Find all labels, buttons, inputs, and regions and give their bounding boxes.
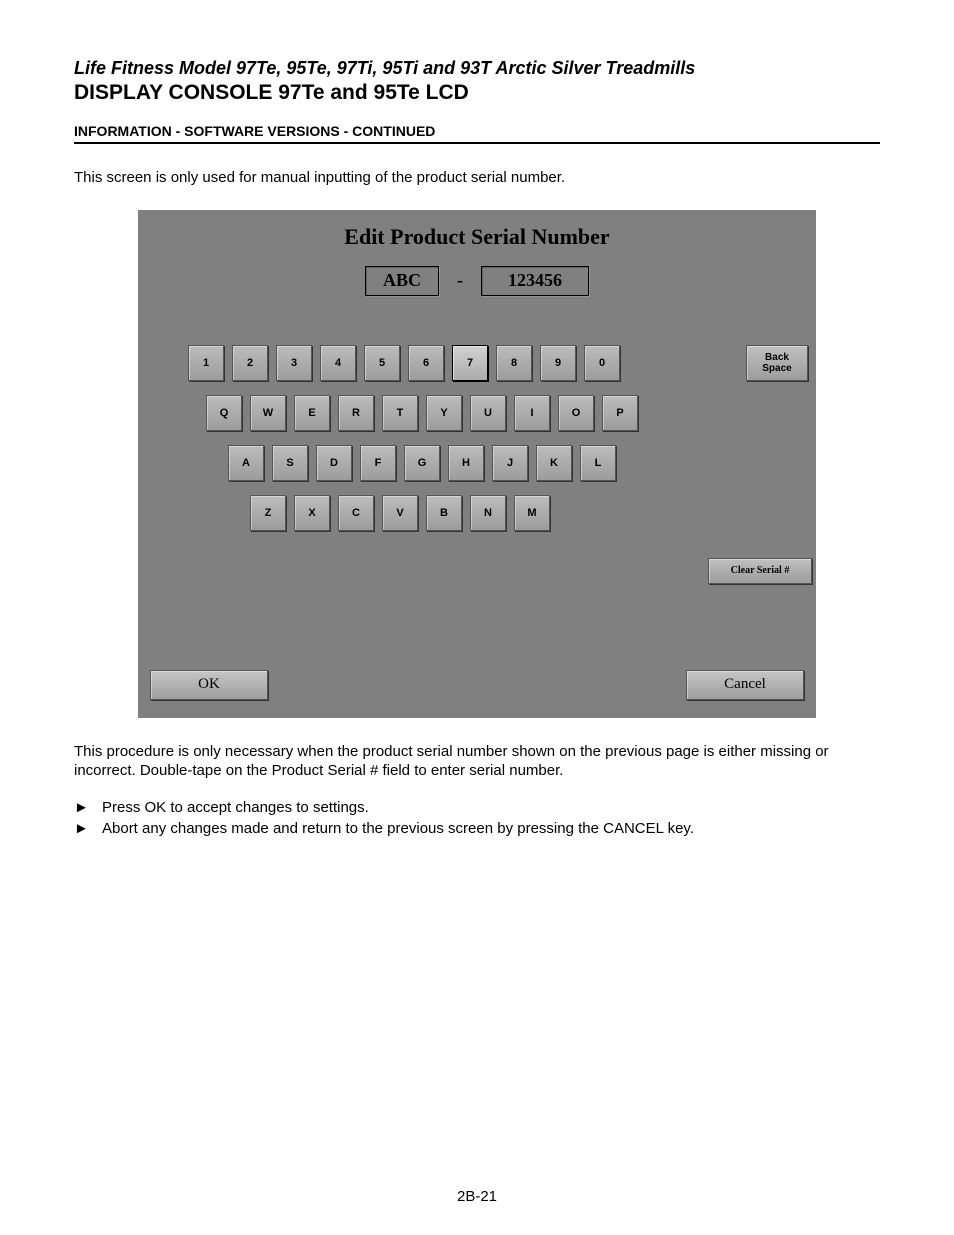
key-z[interactable]: Z xyxy=(250,495,286,531)
intro-text: This screen is only used for manual inpu… xyxy=(74,168,880,188)
key-m[interactable]: M xyxy=(514,495,550,531)
key-0[interactable]: 0 xyxy=(584,345,620,381)
key-k[interactable]: K xyxy=(536,445,572,481)
key-6[interactable]: 6 xyxy=(408,345,444,381)
serial-fields: ABC - 123456 xyxy=(138,266,816,296)
key-y[interactable]: Y xyxy=(426,395,462,431)
bullet-1: Press OK to accept changes to settings. xyxy=(102,797,369,818)
key-n[interactable]: N xyxy=(470,495,506,531)
key-e[interactable]: E xyxy=(294,395,330,431)
key-t[interactable]: T xyxy=(382,395,418,431)
doc-title-line1: Life Fitness Model 97Te, 95Te, 97Ti, 95T… xyxy=(74,58,880,79)
key-q[interactable]: Q xyxy=(206,395,242,431)
page-number: 2B-21 xyxy=(0,1188,954,1205)
key-w[interactable]: W xyxy=(250,395,286,431)
serial-separator: - xyxy=(457,270,463,291)
key-j[interactable]: J xyxy=(492,445,528,481)
key-b[interactable]: B xyxy=(426,495,462,531)
key-d[interactable]: D xyxy=(316,445,352,481)
key-7[interactable]: 7 xyxy=(452,345,488,381)
key-4[interactable]: 4 xyxy=(320,345,356,381)
key-i[interactable]: I xyxy=(514,395,550,431)
cancel-button[interactable]: Cancel xyxy=(686,670,804,700)
key-x[interactable]: X xyxy=(294,495,330,531)
clear-serial-button[interactable]: Clear Serial # xyxy=(708,558,812,584)
bullet-arrow-icon: ► xyxy=(74,818,102,839)
key-p[interactable]: P xyxy=(602,395,638,431)
serial-number-field[interactable]: 123456 xyxy=(481,266,589,296)
key-f[interactable]: F xyxy=(360,445,396,481)
key-u[interactable]: U xyxy=(470,395,506,431)
key-8[interactable]: 8 xyxy=(496,345,532,381)
ok-button[interactable]: OK xyxy=(150,670,268,700)
doc-title-line2: DISPLAY CONSOLE 97Te and 95Te LCD xyxy=(74,81,880,105)
key-r[interactable]: R xyxy=(338,395,374,431)
key-h[interactable]: H xyxy=(448,445,484,481)
key-l[interactable]: L xyxy=(580,445,616,481)
key-5[interactable]: 5 xyxy=(364,345,400,381)
key-2[interactable]: 2 xyxy=(232,345,268,381)
backspace-button[interactable]: Back Space xyxy=(746,345,808,381)
key-c[interactable]: C xyxy=(338,495,374,531)
key-o[interactable]: O xyxy=(558,395,594,431)
bullet-list: ► Press OK to accept changes to settings… xyxy=(74,797,880,839)
bullet-arrow-icon: ► xyxy=(74,797,102,818)
section-header: INFORMATION - SOFTWARE VERSIONS - CONTIN… xyxy=(74,123,880,144)
bullet-2: Abort any changes made and return to the… xyxy=(102,818,694,839)
key-9[interactable]: 9 xyxy=(540,345,576,381)
after-screen-paragraph: This procedure is only necessary when th… xyxy=(74,742,880,781)
key-v[interactable]: V xyxy=(382,495,418,531)
on-screen-keyboard: 1 2 3 4 5 6 7 8 9 0 Q W E R T Y U I O xyxy=(188,345,688,545)
key-g[interactable]: G xyxy=(404,445,440,481)
screen-title: Edit Product Serial Number xyxy=(138,210,816,250)
key-s[interactable]: S xyxy=(272,445,308,481)
lcd-screenshot: Edit Product Serial Number ABC - 123456 … xyxy=(138,210,816,718)
serial-prefix-field[interactable]: ABC xyxy=(365,266,439,296)
key-a[interactable]: A xyxy=(228,445,264,481)
key-1[interactable]: 1 xyxy=(188,345,224,381)
key-3[interactable]: 3 xyxy=(276,345,312,381)
